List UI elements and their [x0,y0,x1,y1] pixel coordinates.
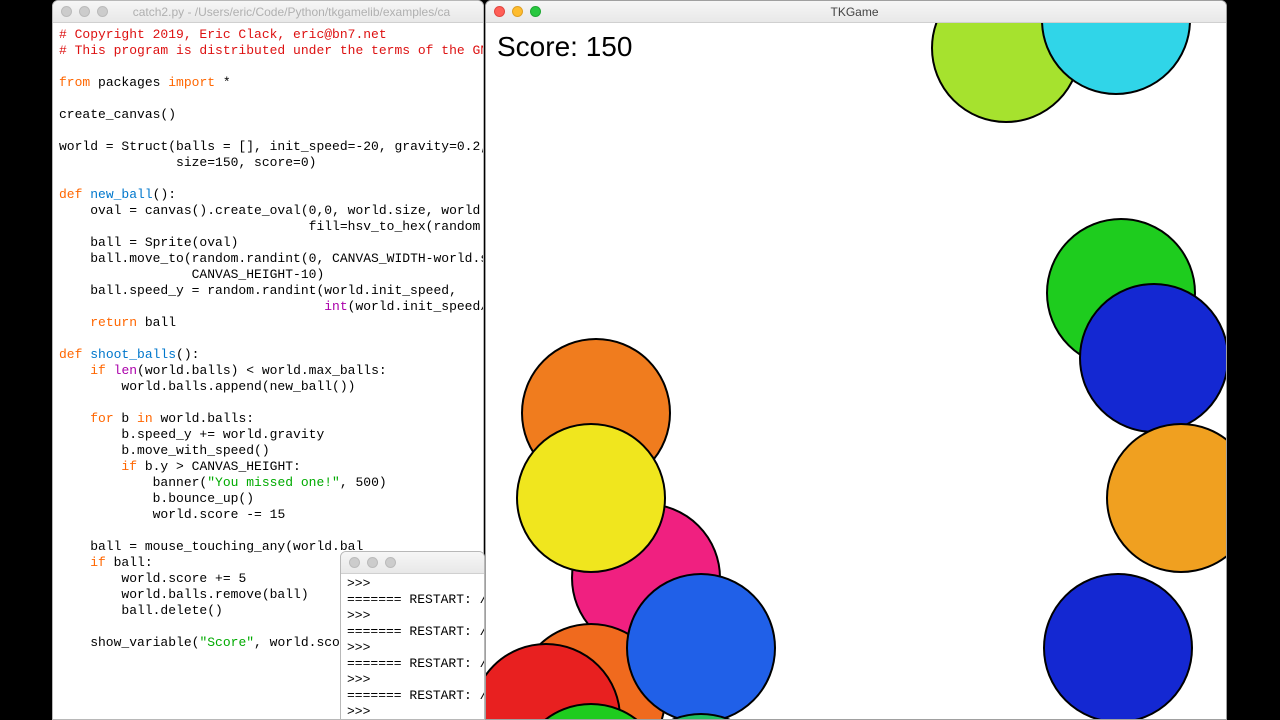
minimize-icon[interactable] [512,6,523,17]
minimize-icon[interactable] [367,557,378,568]
editor-traffic-lights [61,6,108,17]
zoom-icon[interactable] [97,6,108,17]
close-icon[interactable] [61,6,72,17]
zoom-icon[interactable] [385,557,396,568]
game-ball[interactable] [1106,423,1226,573]
close-icon[interactable] [349,557,360,568]
editor-title: catch2.py - /Users/eric/Code/Python/tkga… [108,5,475,19]
console-titlebar[interactable] [341,552,484,574]
zoom-icon[interactable] [530,6,541,17]
game-ball[interactable] [626,573,776,719]
game-ball[interactable] [1079,283,1226,433]
minimize-icon[interactable] [79,6,90,17]
console-body[interactable]: >>>======= RESTART: /U>>>======= RESTART… [341,574,484,720]
game-title: TKGame [541,5,1168,19]
score-text: Score: 150 [497,31,632,63]
game-canvas[interactable]: Score: 150 [486,23,1226,719]
close-icon[interactable] [494,6,505,17]
console-window: >>>======= RESTART: /U>>>======= RESTART… [340,551,485,720]
game-ball[interactable] [1043,573,1193,719]
game-window: TKGame Score: 150 [485,0,1227,720]
game-traffic-lights [494,6,541,17]
game-ball[interactable] [516,423,666,573]
editor-titlebar[interactable]: catch2.py - /Users/eric/Code/Python/tkga… [53,1,483,23]
console-traffic-lights [349,557,396,568]
game-titlebar[interactable]: TKGame [486,1,1226,23]
